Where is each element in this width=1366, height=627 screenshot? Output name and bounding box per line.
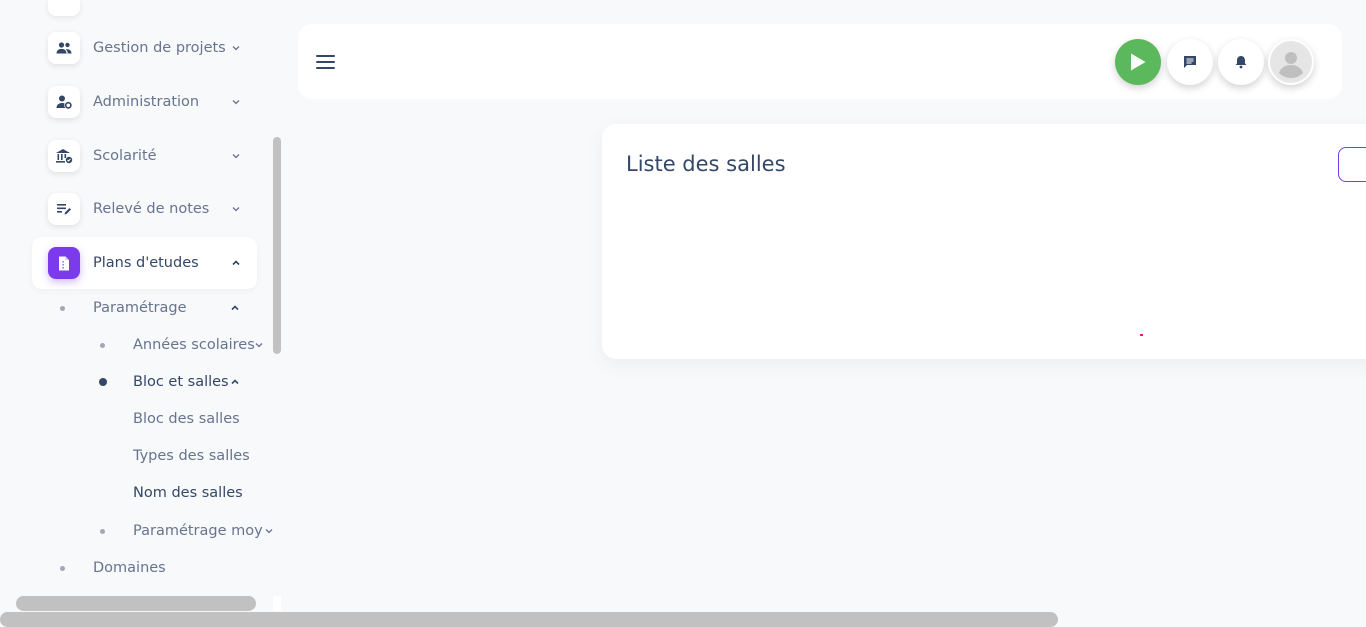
bell-icon — [1235, 56, 1247, 69]
sidebar-item-label: Relevé de notes — [93, 201, 210, 217]
sidebar-item-label: Scolarité — [93, 148, 157, 164]
group-icon — [48, 32, 80, 64]
sidebar: Gestion de projets Administration Scolar… — [0, 0, 285, 627]
sidebar-item-label: Gestion de projets — [93, 40, 226, 56]
chevron-down-icon — [232, 207, 240, 212]
edit-list-icon — [48, 193, 80, 225]
bullet-icon — [60, 305, 65, 311]
sidebar-item-gestion-projets[interactable]: Gestion de projets — [32, 22, 257, 74]
document-icon — [48, 247, 80, 279]
chevron-up-icon — [232, 260, 240, 266]
sidebar-subitem-nom-des-salles[interactable]: Nom des salles — [133, 481, 243, 505]
chevron-up-icon — [231, 379, 239, 385]
user-settings-icon — [48, 86, 80, 118]
sidebar-vertical-scrollbar[interactable] — [273, 137, 281, 354]
sidebar-subitem-label: Bloc des salles — [133, 411, 240, 427]
chat-icon — [1184, 56, 1196, 68]
sidebar-subitem-parametrage[interactable]: Paramétrage — [60, 296, 245, 320]
play-icon — [1131, 53, 1146, 71]
chevron-down-icon — [232, 46, 240, 51]
sidebar-subitem-label: Paramétrage — [93, 300, 187, 316]
chevron-up-icon — [231, 305, 239, 311]
page-horizontal-scrollbar[interactable] — [0, 612, 1058, 627]
bullet-icon — [60, 565, 65, 571]
sidebar-item-plans-etudes[interactable]: Plans d'etudes — [32, 237, 257, 289]
sidebar-subitem-annees-scolaires[interactable]: Années scolaires — [100, 333, 270, 357]
rooms-list-card: Liste des salles — [602, 124, 1366, 359]
chevron-down-icon — [255, 343, 263, 348]
sidebar-subitem-bloc-des-salles[interactable]: Bloc des salles — [133, 407, 240, 431]
sidebar-subitem-label: Domaines — [93, 560, 166, 576]
user-avatar-button[interactable] — [1268, 39, 1314, 85]
sidebar-horizontal-scrollbar[interactable] — [16, 596, 256, 611]
bullet-icon — [100, 528, 105, 534]
scrollbar-corner — [273, 596, 281, 611]
sidebar-subitem-types-des-salles[interactable]: Types des salles — [133, 444, 250, 468]
sidebar-subitem-bloc-et-salles[interactable]: Bloc et salles — [99, 370, 249, 394]
sidebar-subitem-label: Nom des salles — [133, 485, 243, 501]
loading-indicator — [1140, 334, 1143, 336]
sidebar-subitem-label: Bloc et salles — [133, 374, 229, 390]
sidebar-subitem-label: Types des salles — [133, 448, 250, 464]
sidebar-item-administration[interactable]: Administration — [32, 76, 257, 128]
sidebar-subitem-domaines[interactable]: Domaines — [60, 556, 166, 580]
avatar-icon — [1273, 44, 1309, 80]
sidebar-subitem-parametrage-moy[interactable]: Paramétrage moy — [100, 519, 280, 543]
messages-button[interactable] — [1167, 39, 1213, 85]
notifications-button[interactable] — [1218, 39, 1264, 85]
sidebar-subitem-label: Paramétrage moy — [133, 523, 263, 539]
bullet-icon — [99, 378, 107, 386]
sidebar-item-label: Administration — [93, 94, 200, 110]
chevron-down-icon — [265, 529, 273, 534]
sidebar-item-scolarite[interactable]: Scolarité — [32, 130, 257, 182]
top-navbar — [298, 24, 1342, 99]
sidebar-item-label: Plans d'etudes — [93, 255, 199, 271]
sidebar-item-cutoff — [48, 0, 80, 16]
school-building-icon — [48, 140, 80, 172]
page-title: Liste des salles — [626, 152, 786, 176]
play-button[interactable] — [1115, 39, 1161, 85]
sidebar-item-releve-notes[interactable]: Relevé de notes — [32, 183, 257, 235]
chevron-down-icon — [232, 154, 240, 159]
sidebar-subitem-label: Années scolaires — [133, 337, 255, 353]
bullet-icon — [100, 342, 105, 348]
menu-icon[interactable] — [316, 54, 336, 70]
add-room-button[interactable] — [1338, 147, 1366, 182]
chevron-down-icon — [232, 100, 240, 105]
